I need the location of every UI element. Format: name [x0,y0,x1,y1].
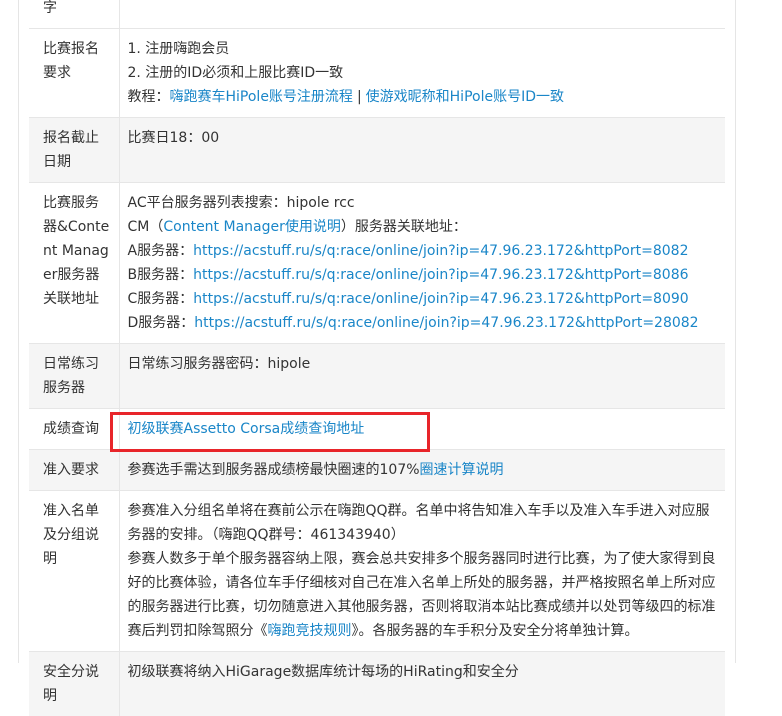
row-value: 1. 注册嗨跑会员 2. 注册的ID必须和上服比赛ID一致 教程：嗨跑赛车HiP… [119,29,725,118]
server-a: A服务器：https://acstuff.ru/s/q:race/online/… [128,239,718,263]
server-a-link[interactable]: https://acstuff.ru/s/q:race/online/join?… [193,243,688,259]
content-frame: 字 比赛报名要求 1. 注册嗨跑会员 2. 注册的ID必须和上服比赛ID一致 教… [18,0,736,663]
rules-link[interactable]: 嗨跑竞技规则 [268,623,352,639]
table-row-results: 成绩查询 初级联赛Assetto Corsa成绩查询地址 [29,409,725,450]
ac-search-line: AC平台服务器列表搜索：hipole rcc [128,191,718,215]
table-row-entry-list: 准入名单及分组说明 参赛准入分组名单将在赛前公示在嗨跑QQ群。名单中将告知准入车… [29,491,725,652]
requirement-2: 2. 注册的ID必须和上服比赛ID一致 [128,61,718,85]
table-row: 字 [29,0,725,29]
scrollbar[interactable] [772,0,782,663]
row-label: 比赛服务器&Content Manager服务器关联地址 [29,183,119,344]
entry-list-paragraph-1: 参赛准入分组名单将在赛前公示在嗨跑QQ群。名单中将告知准入车手以及准入车手进入对… [128,499,718,547]
separator: | [353,89,366,105]
table-row-entry-requirement: 准入要求 参赛选手需达到服务器成绩榜最快圈速的107%圈速计算说明 [29,450,725,491]
server-b: B服务器：https://acstuff.ru/s/q:race/online/… [128,263,718,287]
server-b-link[interactable]: https://acstuff.ru/s/q:race/online/join?… [193,267,688,283]
row-label: 准入名单及分组说明 [29,491,119,652]
cm-suffix: ）服务器关联地址： [341,219,467,235]
tutorial-prefix: 教程： [128,89,170,105]
entry-list-paragraph-2: 参赛人数多于单个服务器容纳上限，赛会总共安排多个服务器同时进行比赛，为了使大家得… [128,547,718,643]
row-value: 比赛日18：00 [119,118,725,183]
row-value: 初级联赛Assetto Corsa成绩查询地址 [119,409,725,450]
server-name: C服务器： [128,291,194,307]
row-label: 日常练习服务器 [29,344,119,409]
tutorial-line: 教程：嗨跑赛车HiPole账号注册流程|使游戏昵称和HiPole账号ID一致 [128,85,718,109]
row-label: 比赛报名要求 [29,29,119,118]
row-value: 初级联赛将纳入HiGarage数据库统计每场的HiRating和安全分 [119,652,725,716]
table-row-registration: 比赛报名要求 1. 注册嗨跑会员 2. 注册的ID必须和上服比赛ID一致 教程：… [29,29,725,118]
row-label: 准入要求 [29,450,119,491]
server-c: C服务器：https://acstuff.ru/s/q:race/online/… [128,287,718,311]
entry-requirement-text: 参赛选手需达到服务器成绩榜最快圈速的107% [128,462,420,478]
race-info-table: 字 比赛报名要求 1. 注册嗨跑会员 2. 注册的ID必须和上服比赛ID一致 教… [29,0,725,716]
lap-calc-link[interactable]: 圈速计算说明 [420,462,504,478]
server-d: D服务器：https://acstuff.ru/s/q:race/online/… [128,311,718,335]
results-link[interactable]: 初级联赛Assetto Corsa成绩查询地址 [128,421,365,437]
row-value: 参赛选手需达到服务器成绩榜最快圈速的107%圈速计算说明 [119,450,725,491]
tutorial-link-register[interactable]: 嗨跑赛车HiPole账号注册流程 [170,89,353,105]
server-c-link[interactable]: https://acstuff.ru/s/q:race/online/join?… [193,291,688,307]
cm-prefix: CM（ [128,219,164,235]
tutorial-link-match-id[interactable]: 使游戏昵称和HiPole账号ID一致 [366,89,564,105]
table-row-practice: 日常练习服务器 日常练习服务器密码：hipole [29,344,725,409]
paragraph-text: 》。各服务器的车手积分及安全分将单独计算。 [352,623,639,639]
row-label: 字 [29,0,119,29]
table-row-servers: 比赛服务器&Content Manager服务器关联地址 AC平台服务器列表搜索… [29,183,725,344]
table-row-safety: 安全分说明 初级联赛将纳入HiGarage数据库统计每场的HiRating和安全… [29,652,725,716]
requirement-1: 1. 注册嗨跑会员 [128,37,718,61]
row-value [119,0,725,29]
cm-line: CM（Content Manager使用说明）服务器关联地址： [128,215,718,239]
server-d-link[interactable]: https://acstuff.ru/s/q:race/online/join?… [194,315,698,331]
server-name: B服务器： [128,267,194,283]
table-row-deadline: 报名截止日期 比赛日18：00 [29,118,725,183]
row-value: AC平台服务器列表搜索：hipole rcc CM（Content Manage… [119,183,725,344]
row-label: 报名截止日期 [29,118,119,183]
server-name: D服务器： [128,315,195,331]
cm-guide-link[interactable]: Content Manager使用说明 [163,219,341,235]
server-name: A服务器： [128,243,194,259]
row-value: 参赛准入分组名单将在赛前公示在嗨跑QQ群。名单中将告知准入车手以及准入车手进入对… [119,491,725,652]
row-value: 日常练习服务器密码：hipole [119,344,725,409]
row-label: 安全分说明 [29,652,119,716]
row-label: 成绩查询 [29,409,119,450]
